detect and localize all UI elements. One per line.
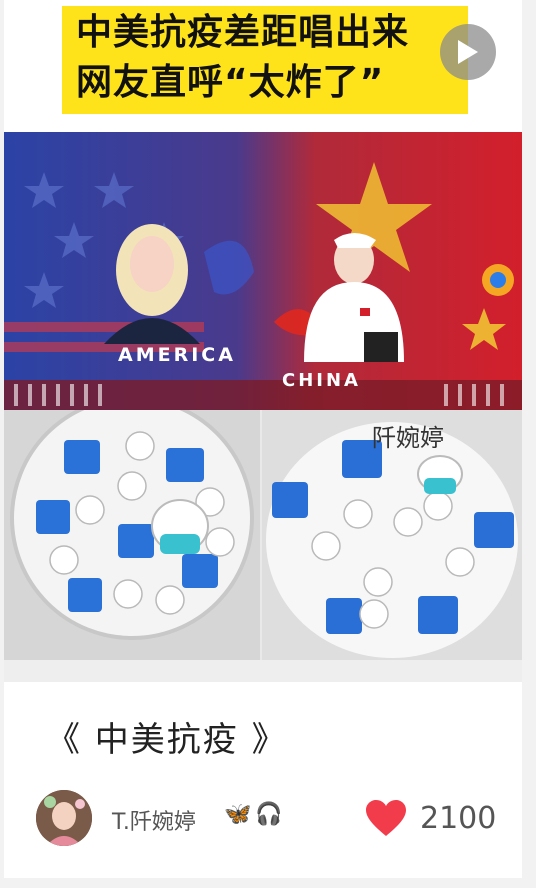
like-button[interactable]: 2100 xyxy=(364,798,496,838)
author-emojis: 🦋 🎧 xyxy=(224,802,283,827)
headline-line-2: 网友直呼“太炸了” xyxy=(76,62,385,103)
china-caption: CHINA xyxy=(282,370,361,391)
like-count: 2100 xyxy=(420,800,497,836)
watermark-signature: 阡婉婷 xyxy=(372,424,444,452)
post-title[interactable]: 《 中美抗疫 》 xyxy=(46,712,288,761)
author-name[interactable]: T.阡婉婷 xyxy=(112,804,196,836)
america-caption: AMERICA xyxy=(118,344,236,366)
play-button[interactable] xyxy=(440,24,496,80)
avatar-image xyxy=(36,790,92,846)
feed-card[interactable]: 中美抗疫差距唱出来 网友直呼“太炸了” AMERICA CHINA 阡婉婷 《 … xyxy=(4,0,522,878)
butterfly-icon: 🦋 xyxy=(224,802,252,827)
slime-photo-right: 阡婉婷 xyxy=(262,410,522,660)
video-still: AMERICA CHINA xyxy=(4,132,522,410)
headline-line-1: 中美抗疫差距唱出来 xyxy=(76,12,410,53)
heart-icon xyxy=(366,800,406,836)
play-icon xyxy=(458,40,478,64)
image-bottom-strip xyxy=(4,660,522,682)
cover-image[interactable]: 中美抗疫差距唱出来 网友直呼“太炸了” AMERICA CHINA 阡婉婷 xyxy=(4,0,522,682)
author-avatar[interactable] xyxy=(36,790,92,846)
video-background xyxy=(4,132,522,410)
headphones-icon: 🎧 xyxy=(255,802,283,827)
slime-left-image xyxy=(4,410,260,660)
headline-box: 中美抗疫差距唱出来 网友直呼“太炸了” xyxy=(62,6,468,114)
headline-strip: 中美抗疫差距唱出来 网友直呼“太炸了” xyxy=(4,0,522,132)
slime-photo-left xyxy=(4,410,260,660)
